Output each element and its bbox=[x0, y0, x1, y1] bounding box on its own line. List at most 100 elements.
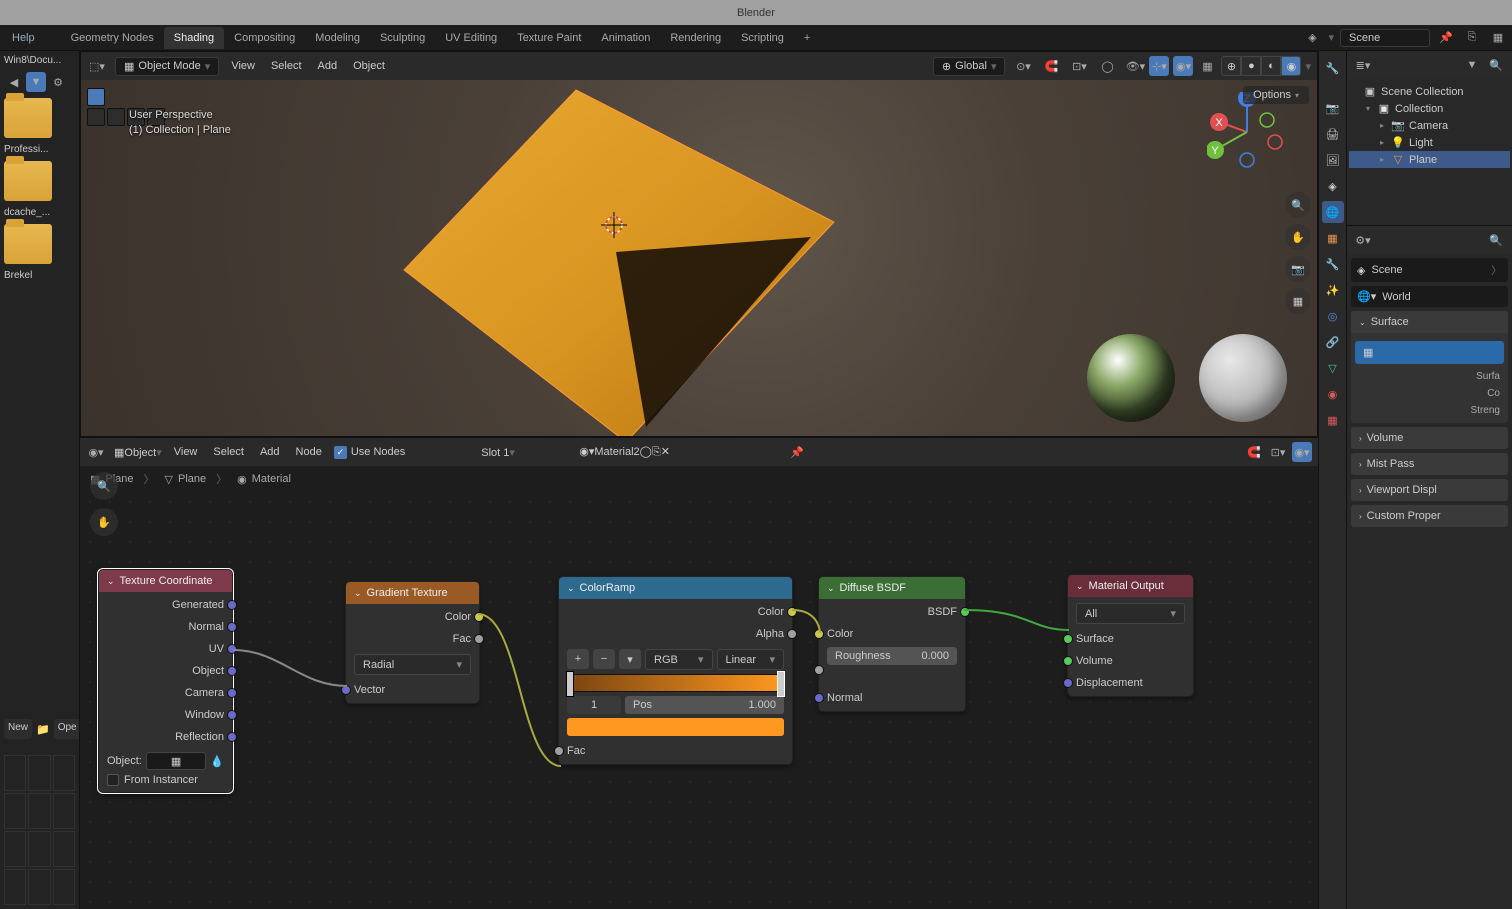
menu-select[interactable]: Select bbox=[267, 60, 306, 72]
tool-tab-icon[interactable]: 🔧 bbox=[1322, 57, 1344, 79]
tab-shading[interactable]: Shading bbox=[164, 27, 224, 49]
world-tab-icon[interactable]: 🌐 bbox=[1322, 201, 1344, 223]
tab-animation[interactable]: Animation bbox=[591, 27, 660, 49]
pos-field[interactable]: Pos1.000 bbox=[625, 696, 784, 714]
tab-add[interactable]: + bbox=[794, 27, 820, 49]
node-diffuse-bsdf[interactable]: ⌄Diffuse BSDF BSDF Color Roughness0.000 … bbox=[818, 576, 966, 712]
scene-path[interactable]: ◈Scene〉 bbox=[1351, 258, 1508, 282]
editor-type-icon[interactable]: ≣▾ bbox=[1353, 55, 1373, 75]
xray-icon[interactable]: ▦ bbox=[1197, 56, 1217, 76]
menu-add[interactable]: Add bbox=[314, 60, 342, 72]
input-displacement[interactable]: Displacement bbox=[1068, 672, 1193, 694]
new-button[interactable]: New bbox=[4, 719, 32, 739]
gizmo-icon[interactable]: ⊹▾ bbox=[1149, 56, 1169, 76]
search-icon[interactable]: 🔍 bbox=[1486, 55, 1506, 75]
folder-icon[interactable] bbox=[4, 224, 52, 264]
tab-modeling[interactable]: Modeling bbox=[305, 27, 370, 49]
mist-panel-header[interactable]: ›Mist Pass bbox=[1351, 453, 1508, 475]
tab-compositing[interactable]: Compositing bbox=[224, 27, 305, 49]
input-fac[interactable]: Fac bbox=[559, 740, 792, 762]
orientation-selector[interactable]: ⊕Global▾ bbox=[933, 57, 1006, 76]
tab-rendering[interactable]: Rendering bbox=[660, 27, 731, 49]
hdri-preview[interactable] bbox=[1087, 334, 1175, 422]
tab-texture-paint[interactable]: Texture Paint bbox=[507, 27, 591, 49]
breadcrumb-mesh[interactable]: ▽ Plane bbox=[165, 473, 207, 486]
gradient-type-dropdown[interactable]: Radial▾ bbox=[354, 654, 471, 675]
editor-type-icon[interactable]: ⬚▾ bbox=[87, 56, 107, 76]
menu-view[interactable]: View bbox=[170, 446, 202, 458]
scene-icon[interactable]: ◈ bbox=[1302, 28, 1322, 48]
pin-icon[interactable]: 📌 bbox=[1436, 28, 1456, 48]
viewport-options[interactable]: Options▾ bbox=[1243, 86, 1309, 104]
backdrop-icon[interactable]: ◉▾ bbox=[1292, 442, 1312, 462]
tab-uv-editing[interactable]: UV Editing bbox=[435, 27, 507, 49]
scene-field[interactable]: Scene bbox=[1340, 29, 1430, 47]
tool[interactable] bbox=[87, 108, 105, 126]
folder-label[interactable]: dcache_... bbox=[4, 207, 64, 218]
menu-add[interactable]: Add bbox=[256, 446, 284, 458]
node-texture-coordinate[interactable]: ⌄Texture Coordinate Generated Normal UV … bbox=[98, 569, 233, 793]
output-window[interactable]: Window bbox=[99, 704, 232, 726]
render-tab-icon[interactable]: 📷 bbox=[1322, 97, 1344, 119]
output-color[interactable]: Color bbox=[559, 601, 792, 623]
output-tab-icon[interactable]: 🖨 bbox=[1322, 123, 1344, 145]
zoom-icon[interactable]: 🔍 bbox=[1285, 192, 1311, 218]
input-color[interactable]: Color bbox=[819, 623, 965, 645]
search-icon[interactable]: 🔍 bbox=[1486, 230, 1506, 250]
data-tab-icon[interactable]: ▽ bbox=[1322, 357, 1344, 379]
editor-type-icon[interactable]: ◉▾ bbox=[86, 442, 106, 462]
node-gradient-texture[interactable]: ⌄Gradient Texture Color Fac Radial▾ Vect… bbox=[345, 581, 480, 704]
collection-row[interactable]: ▾▣Collection bbox=[1349, 100, 1510, 117]
output-color[interactable]: Color bbox=[346, 606, 479, 628]
open-button[interactable]: Ope bbox=[54, 719, 80, 739]
folder-open-icon[interactable]: 📁 bbox=[36, 719, 50, 739]
color-stop[interactable] bbox=[777, 671, 785, 697]
slot-selector[interactable]: Slot 1▾ bbox=[481, 446, 571, 459]
surface-panel-header[interactable]: ⌄Surface bbox=[1351, 311, 1508, 333]
folder-label[interactable]: Brekel bbox=[4, 270, 64, 281]
output-generated[interactable]: Generated bbox=[99, 594, 232, 616]
menu-select[interactable]: Select bbox=[209, 446, 248, 458]
input-normal[interactable]: Normal bbox=[819, 687, 965, 709]
snap-icon[interactable]: 🧲 bbox=[1041, 56, 1061, 76]
color-swatch[interactable] bbox=[567, 718, 784, 736]
pivot-icon[interactable]: ⊙▾ bbox=[1013, 56, 1033, 76]
output-alpha[interactable]: Alpha bbox=[559, 623, 792, 645]
target-dropdown[interactable]: All▾ bbox=[1076, 603, 1185, 624]
scene-collection-row[interactable]: ▣Scene Collection bbox=[1349, 83, 1510, 100]
tool[interactable] bbox=[107, 108, 125, 126]
settings-icon[interactable]: ⚙ bbox=[48, 72, 68, 92]
physics-tab-icon[interactable]: ◎ bbox=[1322, 305, 1344, 327]
use-nodes-button[interactable]: ▦ bbox=[1355, 341, 1504, 364]
colorramp-gradient[interactable] bbox=[567, 674, 784, 692]
new-scene-icon[interactable]: ⎘ bbox=[1462, 28, 1482, 48]
stop-index-field[interactable]: 1 bbox=[567, 696, 621, 714]
object-tab-icon[interactable]: ▦ bbox=[1322, 227, 1344, 249]
from-instancer-checkbox[interactable] bbox=[107, 774, 119, 786]
interp-dropdown[interactable]: Linear▾ bbox=[717, 649, 785, 670]
tab-geometry-nodes[interactable]: Geometry Nodes bbox=[61, 27, 164, 49]
nav-gizmo[interactable]: X Y Z bbox=[1207, 92, 1287, 172]
rendered-icon[interactable]: ◉ bbox=[1281, 56, 1301, 76]
world-path[interactable]: 🌐▾World bbox=[1351, 286, 1508, 307]
back-icon[interactable]: ◀ bbox=[4, 72, 24, 92]
menu-view[interactable]: View bbox=[227, 60, 259, 72]
tab-sculpting[interactable]: Sculpting bbox=[370, 27, 435, 49]
perspective-icon[interactable]: ▦ bbox=[1285, 288, 1311, 314]
3d-viewport[interactable]: ⬚▾ ▦Object Mode▾ View Select Add Object … bbox=[80, 51, 1318, 437]
output-fac[interactable]: Fac bbox=[346, 628, 479, 650]
editor-type-icon[interactable]: ⚙▾ bbox=[1353, 230, 1373, 250]
custom-props-panel-header[interactable]: ›Custom Proper bbox=[1351, 505, 1508, 527]
snap-target-icon[interactable]: ⊡▾ bbox=[1069, 56, 1089, 76]
visibility-icon[interactable]: 👁▾ bbox=[1125, 56, 1145, 76]
output-reflection[interactable]: Reflection bbox=[99, 726, 232, 748]
eyedropper-icon[interactable]: 💧 bbox=[210, 755, 224, 768]
shader-node-editor[interactable]: ◉▾ ▦Object▾ View Select Add Node ✓Use No… bbox=[80, 437, 1318, 909]
viewlayer-tab-icon[interactable]: 🖼 bbox=[1322, 149, 1344, 171]
light-row[interactable]: ▸💡Light bbox=[1349, 134, 1510, 151]
constraint-tab-icon[interactable]: 🔗 bbox=[1322, 331, 1344, 353]
scene-tab-icon[interactable]: ◈ bbox=[1322, 175, 1344, 197]
pan-icon[interactable]: ✋ bbox=[90, 508, 118, 536]
volume-panel-header[interactable]: ›Volume bbox=[1351, 427, 1508, 449]
output-normal[interactable]: Normal bbox=[99, 616, 232, 638]
